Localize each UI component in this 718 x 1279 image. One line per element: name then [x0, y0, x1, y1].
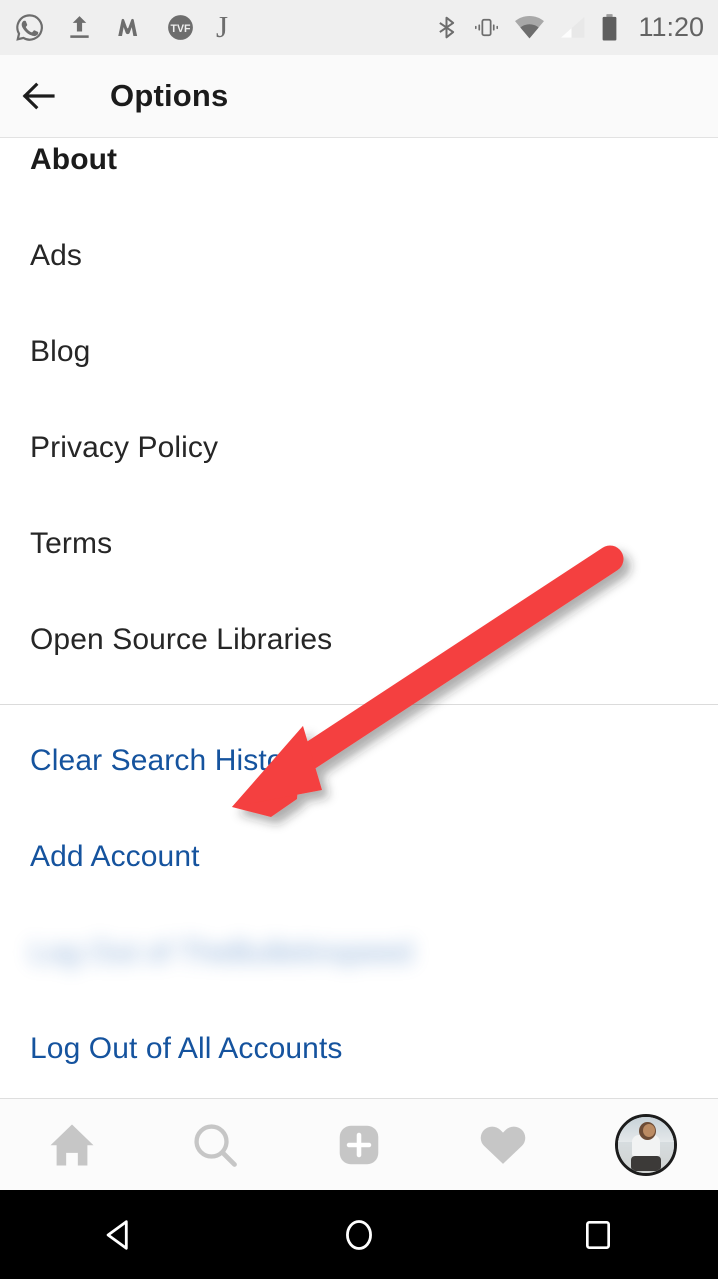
option-label: Open Source Libraries: [30, 623, 333, 656]
option-label: Log Out of All Accounts: [30, 1032, 343, 1065]
option-label: Add Account: [30, 840, 200, 873]
vibrate-icon: [475, 18, 499, 37]
back-button[interactable]: [0, 55, 78, 138]
triangle-back-icon: [106, 1219, 128, 1250]
status-bar-notification-icons: TVF J: [14, 11, 434, 45]
option-row-terms[interactable]: Terms: [0, 496, 718, 592]
svg-text:TVF: TVF: [171, 23, 192, 35]
option-label-redacted: Log Out of TheBulletinspeed: [30, 936, 413, 969]
bottom-tab-bar: [0, 1098, 718, 1190]
status-bar: TVF J 11:20: [0, 0, 718, 55]
myntra-icon: [118, 18, 138, 37]
option-label: About: [30, 143, 118, 176]
phone-screenshot: TVF J 11:20 Options About Ads Blog Priva…: [0, 0, 718, 1279]
whatsapp-icon: [16, 14, 43, 41]
option-label: Clear Search History: [30, 744, 309, 777]
home-icon: [50, 1123, 94, 1166]
bluetooth-icon: [439, 16, 455, 39]
tab-profile[interactable]: [574, 1099, 718, 1191]
option-row-privacy-policy[interactable]: Privacy Policy: [0, 400, 718, 496]
upload-icon: [70, 16, 89, 38]
arrow-left-icon: [22, 82, 55, 110]
tab-search[interactable]: [144, 1099, 288, 1191]
tvf-icon: TVF: [168, 15, 193, 40]
option-row-add-account[interactable]: Add Account: [0, 809, 718, 905]
plus-square-icon: [339, 1125, 379, 1164]
app-header: Options: [0, 55, 718, 138]
option-row-ads[interactable]: Ads: [0, 208, 718, 304]
heart-icon: [480, 1126, 525, 1164]
option-row-log-out-of-all-accounts[interactable]: Log Out of All Accounts: [0, 1001, 718, 1097]
android-navigation-bar: [0, 1190, 718, 1279]
page-title: Options: [110, 78, 229, 113]
status-bar-system-icons: 11:20: [434, 12, 704, 43]
tab-activity[interactable]: [431, 1099, 575, 1191]
option-label: Privacy Policy: [30, 431, 219, 464]
cell-signal-icon: [561, 16, 585, 38]
option-row-about[interactable]: About: [0, 138, 718, 208]
option-label: Blog: [30, 335, 91, 368]
option-label: Ads: [30, 239, 82, 272]
square-recents-icon: [586, 1220, 611, 1249]
circle-home-icon: [346, 1219, 372, 1250]
nav-back-button[interactable]: [0, 1190, 239, 1279]
nav-recents-button[interactable]: [479, 1190, 718, 1279]
option-row-log-out-of-account[interactable]: Log Out of TheBulletinspeed: [0, 905, 718, 1001]
tab-add-post[interactable]: [287, 1099, 431, 1191]
wifi-icon: [515, 16, 545, 39]
nav-home-button[interactable]: [239, 1190, 478, 1279]
status-bar-clock: 11:20: [638, 12, 704, 42]
section-divider: [0, 704, 718, 705]
option-row-open-source-libraries[interactable]: Open Source Libraries: [0, 592, 718, 688]
tab-home[interactable]: [0, 1099, 144, 1191]
jio-icon: J: [216, 8, 229, 44]
option-row-blog[interactable]: Blog: [0, 304, 718, 400]
options-list[interactable]: About Ads Blog Privacy Policy Terms Open…: [0, 138, 718, 1098]
battery-icon: [603, 14, 617, 41]
avatar: [615, 1113, 678, 1176]
search-icon: [194, 1123, 238, 1167]
option-row-clear-search-history[interactable]: Clear Search History: [0, 713, 718, 809]
option-label: Terms: [30, 527, 113, 560]
